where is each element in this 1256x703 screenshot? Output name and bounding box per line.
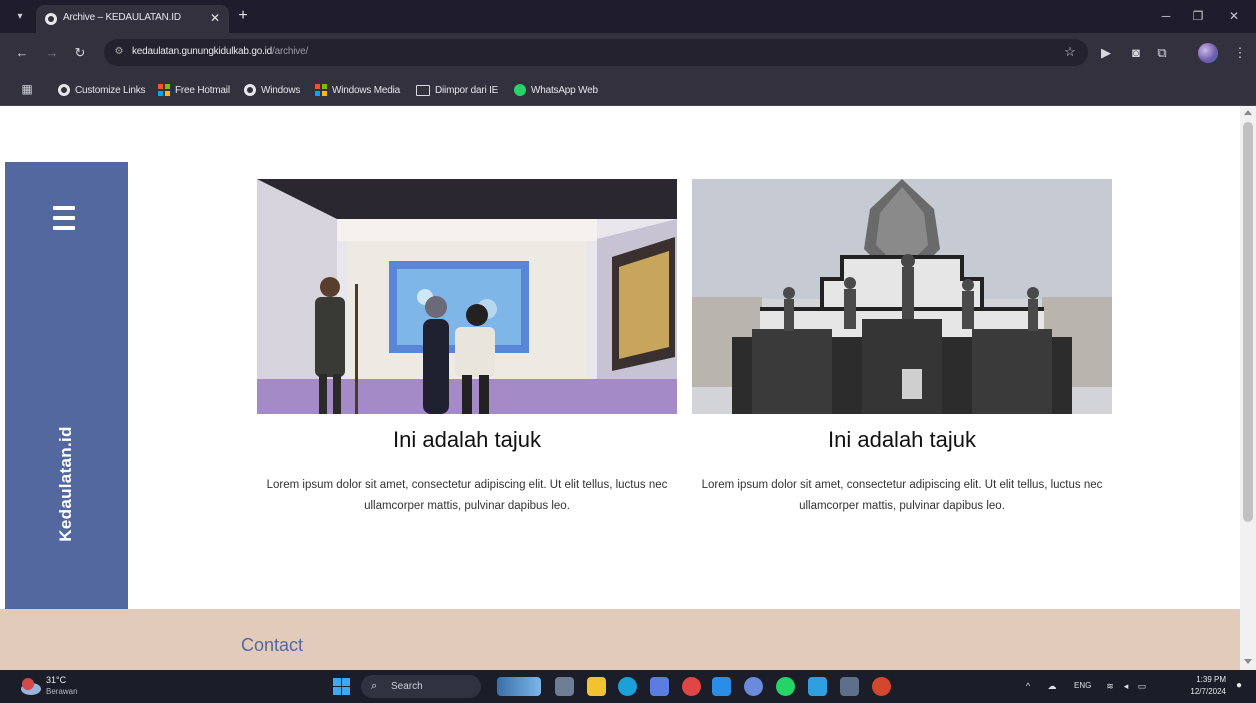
weather-description: Berawan: [46, 687, 78, 696]
address-bar[interactable]: ⚙ kedaulatan.gunungkidulkab.go.id/archiv…: [104, 39, 1088, 66]
extensions-icon[interactable]: ⧉: [1154, 45, 1170, 61]
scroll-down-arrow-icon[interactable]: [1244, 659, 1252, 664]
tab-strip: ▾ Archive – KEDAULATAN.ID ✕ + ─ ❐ ✕: [0, 0, 1256, 33]
notes-app-icon[interactable]: [808, 677, 827, 696]
wifi-icon[interactable]: ≋: [1104, 680, 1116, 692]
site-favicon-icon: [45, 13, 57, 25]
bookmark-free-hotmail[interactable]: Free Hotmail: [158, 82, 230, 98]
bookmark-star-icon[interactable]: ☆: [1062, 44, 1078, 60]
footer-contact-heading: Contact: [241, 635, 304, 655]
sidebar: Kedaulatan.id: [5, 162, 128, 615]
close-window-icon[interactable]: ✕: [1225, 8, 1243, 24]
taskbar-search[interactable]: ⌕ Search: [361, 675, 481, 698]
camera-icon[interactable]: ◙: [1128, 45, 1144, 61]
url-text[interactable]: kedaulatan.gunungkidulkab.go.id/archive/: [132, 46, 308, 57]
task-view-icon[interactable]: [555, 677, 574, 696]
clock-time[interactable]: 1:39 PM: [1190, 675, 1226, 684]
taskbar: 31°C Berawan ⌕ Search ^ ☁ ENG ≋ ◂ ▭ 1:39…: [0, 670, 1256, 703]
reload-icon[interactable]: ↻: [72, 45, 88, 61]
restore-icon[interactable]: ❐: [1189, 8, 1207, 24]
site-info-icon[interactable]: ⚙: [112, 45, 126, 59]
article-title[interactable]: Ini adalah tajuk: [692, 427, 1112, 453]
bookmarks-bar: ▦ Customize Links Free Hotmail Windows W…: [0, 73, 1256, 106]
scroll-thumb[interactable]: [1243, 122, 1253, 522]
bookmark-folder-ie[interactable]: Diimpor dari IE: [416, 82, 498, 98]
browser-toolbar: ← → ↻ ⚙ kedaulatan.gunungkidulkab.go.id/…: [0, 33, 1256, 73]
vscode-icon[interactable]: [712, 677, 731, 696]
calculator-icon[interactable]: [840, 677, 859, 696]
article-image[interactable]: [692, 179, 1112, 414]
chrome-canary-icon[interactable]: [872, 677, 891, 696]
tab-search-icon[interactable]: ▾: [12, 9, 28, 25]
apps-grid-icon[interactable]: ▦: [20, 82, 34, 96]
article-title[interactable]: Ini adalah tajuk: [257, 427, 677, 453]
chrome-icon: [244, 84, 256, 96]
bookmark-windows-media[interactable]: Windows Media: [315, 82, 400, 98]
onedrive-cloud-icon[interactable]: ☁: [1046, 680, 1058, 692]
windows-start-icon[interactable]: [333, 678, 350, 695]
bookmark-windows[interactable]: Windows: [244, 82, 300, 98]
minimize-icon[interactable]: ─: [1157, 8, 1175, 24]
new-tab-icon[interactable]: +: [236, 8, 250, 24]
chrome-taskbar-icon[interactable]: [682, 677, 701, 696]
page-scrollbar[interactable]: [1240, 106, 1256, 670]
search-label: Search: [391, 681, 423, 692]
tab-title: Archive – KEDAULATAN.ID: [63, 12, 181, 23]
bookmark-customize-links[interactable]: Customize Links: [58, 82, 146, 98]
web-page: Kedaulatan.id Ini adalah tajuk Lorem ips…: [0, 106, 1240, 670]
back-icon[interactable]: ←: [14, 45, 30, 61]
notification-bell-icon[interactable]: ●: [1234, 680, 1244, 692]
close-tab-icon[interactable]: ✕: [208, 11, 222, 25]
weather-widget[interactable]: [18, 675, 42, 697]
file-explorer-icon[interactable]: [587, 677, 606, 696]
article-excerpt: Lorem ipsum dolor sit amet, consectetur …: [266, 479, 668, 512]
chrome-icon: [58, 84, 70, 96]
site-brand[interactable]: Kedaulatan.id: [56, 404, 76, 564]
microsoft-icon: [315, 84, 327, 96]
scroll-up-arrow-icon[interactable]: [1244, 110, 1252, 115]
tray-overflow-icon[interactable]: ^: [1022, 680, 1034, 692]
whatsapp-icon: [514, 84, 526, 96]
search-icon: ⌕: [371, 680, 378, 692]
chrome-profile-icon[interactable]: [744, 677, 763, 696]
article-image[interactable]: [257, 179, 677, 414]
copilot-icon[interactable]: [650, 677, 669, 696]
media-play-icon[interactable]: ▶: [1098, 45, 1114, 61]
hamburger-menu-icon[interactable]: [53, 206, 75, 230]
clock-date[interactable]: 12/7/2024: [1186, 687, 1226, 696]
folder-icon: [416, 84, 430, 96]
microsoft-icon: [158, 84, 170, 96]
forward-icon[interactable]: →: [44, 45, 60, 61]
footer: Contact: [0, 609, 1240, 670]
menu-kebab-icon[interactable]: ⋮: [1232, 45, 1248, 61]
profile-avatar-icon[interactable]: [1198, 43, 1218, 63]
widgets-icon[interactable]: [497, 677, 541, 696]
weather-temperature: 31°C: [46, 675, 67, 685]
battery-icon[interactable]: ▭: [1136, 680, 1148, 692]
bookmark-whatsapp-web[interactable]: WhatsApp Web: [514, 82, 598, 98]
edge-icon[interactable]: [618, 677, 637, 696]
active-tab[interactable]: Archive – KEDAULATAN.ID ✕: [36, 5, 229, 33]
language-indicator[interactable]: ENG: [1074, 681, 1091, 690]
volume-icon[interactable]: ◂: [1120, 680, 1132, 692]
whatsapp-taskbar-icon[interactable]: [776, 677, 795, 696]
article-excerpt: Lorem ipsum dolor sit amet, consectetur …: [701, 479, 1103, 512]
